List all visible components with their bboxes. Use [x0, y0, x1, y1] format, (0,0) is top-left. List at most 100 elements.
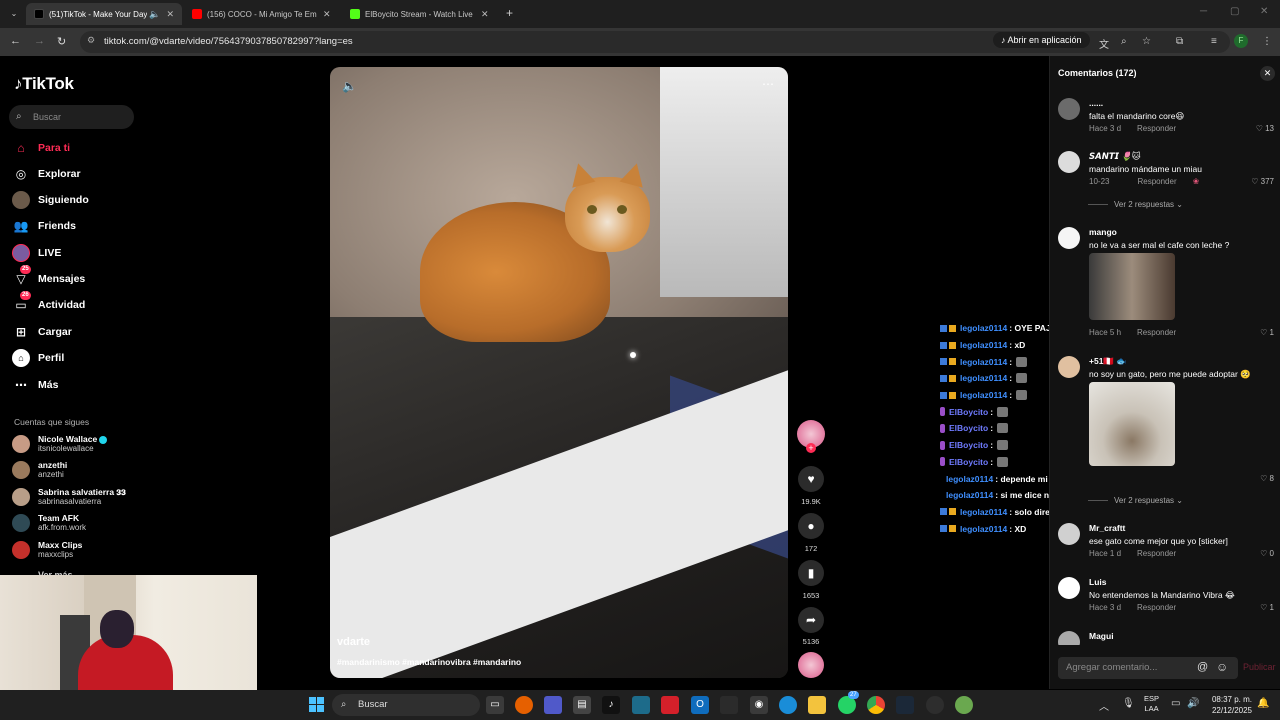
nav-mensajes[interactable]: ▽ 25 Mensajes [12, 265, 85, 289]
following-account[interactable]: Sabrina salvatierra 𝟑𝟑 sabrinasalvatierra [12, 486, 126, 508]
avatar[interactable] [1058, 227, 1080, 249]
nav-explorar[interactable]: ◎ Explorar [12, 164, 81, 184]
tiktok-logo[interactable]: ♪TikTok [14, 74, 74, 94]
post-button[interactable]: Publicar [1243, 662, 1276, 672]
emoji-icon[interactable]: ☺ [1216, 660, 1228, 674]
music-disc[interactable] [798, 652, 824, 678]
avatar[interactable] [1058, 523, 1080, 545]
reply-button[interactable]: Responder [1137, 177, 1176, 186]
comment-author[interactable]: Mr_craftt [1089, 523, 1125, 533]
profile-avatar[interactable]: F [1234, 34, 1248, 48]
network-icon[interactable]: ▭ [1171, 698, 1180, 709]
video-author[interactable]: vdarte [337, 636, 370, 648]
media-controls-icon[interactable]: ≡ [1211, 36, 1217, 47]
view-replies-button[interactable]: Ver 2 respuestas ⌄ [1088, 496, 1183, 505]
avatar[interactable] [1058, 631, 1080, 645]
task-view-icon[interactable]: ▭ [486, 696, 504, 714]
close-window-icon[interactable]: ✕ [1260, 6, 1268, 17]
view-replies-button[interactable]: Ver 2 respuestas ⌄ [1088, 200, 1183, 209]
notifications-icon[interactable]: 🔔 [1257, 698, 1269, 709]
bookmark-star-icon[interactable]: ☆ [1142, 36, 1151, 47]
chat-username[interactable]: legolaz0114 [960, 357, 1007, 367]
mention-icon[interactable]: @ [1197, 661, 1208, 673]
chat-username[interactable]: legolaz0114 [960, 390, 1007, 400]
teams-icon[interactable] [544, 696, 562, 714]
heart-icon[interactable]: ♡ [1256, 124, 1263, 133]
heart-icon[interactable]: ♡ [1260, 328, 1267, 337]
tray-chevron-icon[interactable]: ︿ [1099, 698, 1109, 713]
heart-icon[interactable]: ♡ [1260, 603, 1267, 612]
menu-dots-icon[interactable]: ⋮ [1262, 36, 1272, 47]
steam-icon[interactable] [896, 696, 914, 714]
comment-author[interactable]: +51🇵🇪 🐟 [1089, 356, 1127, 367]
nav-siguiendo[interactable]: Siguiendo [12, 190, 89, 210]
volume-tray-icon[interactable]: 🔊 [1187, 698, 1199, 709]
comment-author[interactable]: Magui [1089, 631, 1114, 641]
tiktok-app-icon[interactable]: ♪ [602, 696, 620, 714]
follow-plus-icon[interactable]: + [806, 443, 816, 453]
following-account[interactable]: anzethi anzethi [12, 459, 67, 481]
avatar[interactable] [1058, 356, 1080, 378]
language-indicator[interactable]: ESP LAA [1144, 694, 1159, 714]
chat-username[interactable]: ElBoycito [949, 407, 988, 417]
chat-username[interactable]: legolaz0114 [960, 524, 1007, 534]
reload-icon[interactable]: ↻ [57, 35, 66, 48]
file-explorer-icon[interactable] [808, 696, 826, 714]
chat-username[interactable]: ElBoycito [949, 440, 988, 450]
like-button[interactable]: ♥ [798, 466, 824, 492]
app-icon[interactable] [955, 696, 973, 714]
following-account[interactable]: Nicole Wallace itsnicolewallace [12, 433, 108, 455]
close-tab-icon[interactable]: ✕ [323, 9, 331, 20]
microphone-icon[interactable]: 🎙 [1122, 698, 1135, 709]
heart-icon[interactable]: ♡ [1251, 177, 1258, 186]
tab-youtube[interactable]: (156) COCO - Mi Amigo Te Emp ✕ [184, 3, 340, 25]
extensions-icon[interactable]: ⧉ [1176, 36, 1183, 47]
volume-icon[interactable]: 🔈 [342, 79, 357, 93]
edge-icon[interactable] [779, 696, 797, 714]
outlook-icon[interactable]: O [691, 696, 709, 714]
chat-username[interactable]: legolaz0114 [960, 323, 1007, 333]
search-input[interactable]: ⌕ Buscar [9, 105, 134, 129]
chat-username[interactable]: legolaz0114 [960, 507, 1007, 517]
back-icon[interactable]: ← [10, 35, 21, 47]
translate-icon[interactable]: 文 [1099, 36, 1109, 51]
chat-username[interactable]: ElBoycito [949, 423, 988, 433]
video-player[interactable]: 🔈 ⋯ vdarte #mandarinismo #mandarinovibra… [330, 67, 788, 678]
avatar[interactable] [1058, 151, 1080, 173]
taskbar-search[interactable]: ⌕ Buscar [332, 694, 480, 716]
video-hashtags[interactable]: #mandarinismo #mandarinovibra #mandarino [337, 657, 521, 667]
avatar[interactable] [1058, 98, 1080, 120]
whatsapp-icon[interactable]: 27 [838, 691, 859, 714]
video-more-icon[interactable]: ⋯ [762, 77, 774, 91]
app-icon[interactable] [720, 696, 738, 714]
audio-playing-icon[interactable]: 🔈 [149, 9, 160, 20]
chat-username[interactable]: legolaz0114 [960, 373, 1007, 383]
close-tab-icon[interactable]: ✕ [166, 9, 174, 20]
save-button[interactable]: ▮ [798, 560, 824, 586]
open-in-app-button[interactable]: ♪ Abrir en aplicación [993, 32, 1090, 48]
chat-username[interactable]: legolaz0114 [946, 490, 993, 500]
nav-live[interactable]: LIVE [12, 243, 61, 263]
site-info-icon[interactable]: ⚙ [87, 35, 95, 46]
following-account[interactable]: Team AFK afk.from.work [12, 512, 86, 534]
reply-button[interactable]: Responder [1137, 603, 1176, 612]
chat-username[interactable]: ElBoycito [949, 457, 988, 467]
system-clock[interactable]: 08:37 p. m. 22/12/2025 [1206, 694, 1252, 716]
comment-author[interactable]: mango [1089, 227, 1117, 237]
photos-icon[interactable] [632, 696, 650, 714]
comment-author[interactable]: Luis [1089, 577, 1106, 587]
share-button[interactable]: ➦ [798, 607, 824, 633]
windows-start-icon[interactable] [309, 697, 324, 712]
chat-username[interactable]: legolaz0114 [960, 340, 1007, 350]
nav-cargar[interactable]: ⊞ Cargar [12, 322, 72, 342]
heart-icon[interactable]: ♡ [1260, 474, 1267, 483]
tab-search-button[interactable]: ⌄ [6, 6, 22, 22]
new-tab-button[interactable]: + [506, 6, 513, 20]
tab-kick[interactable]: ElBoycito Stream - Watch Live o ✕ [342, 3, 498, 25]
nav-para-ti[interactable]: ⌂ Para ti [12, 138, 70, 158]
chrome-icon[interactable] [867, 696, 885, 714]
chat-username[interactable]: legolaz0114 [946, 474, 993, 484]
red-app-icon[interactable] [661, 696, 679, 714]
heart-icon[interactable]: ♡ [1260, 549, 1267, 558]
comment-image-hamster[interactable] [1089, 382, 1175, 466]
